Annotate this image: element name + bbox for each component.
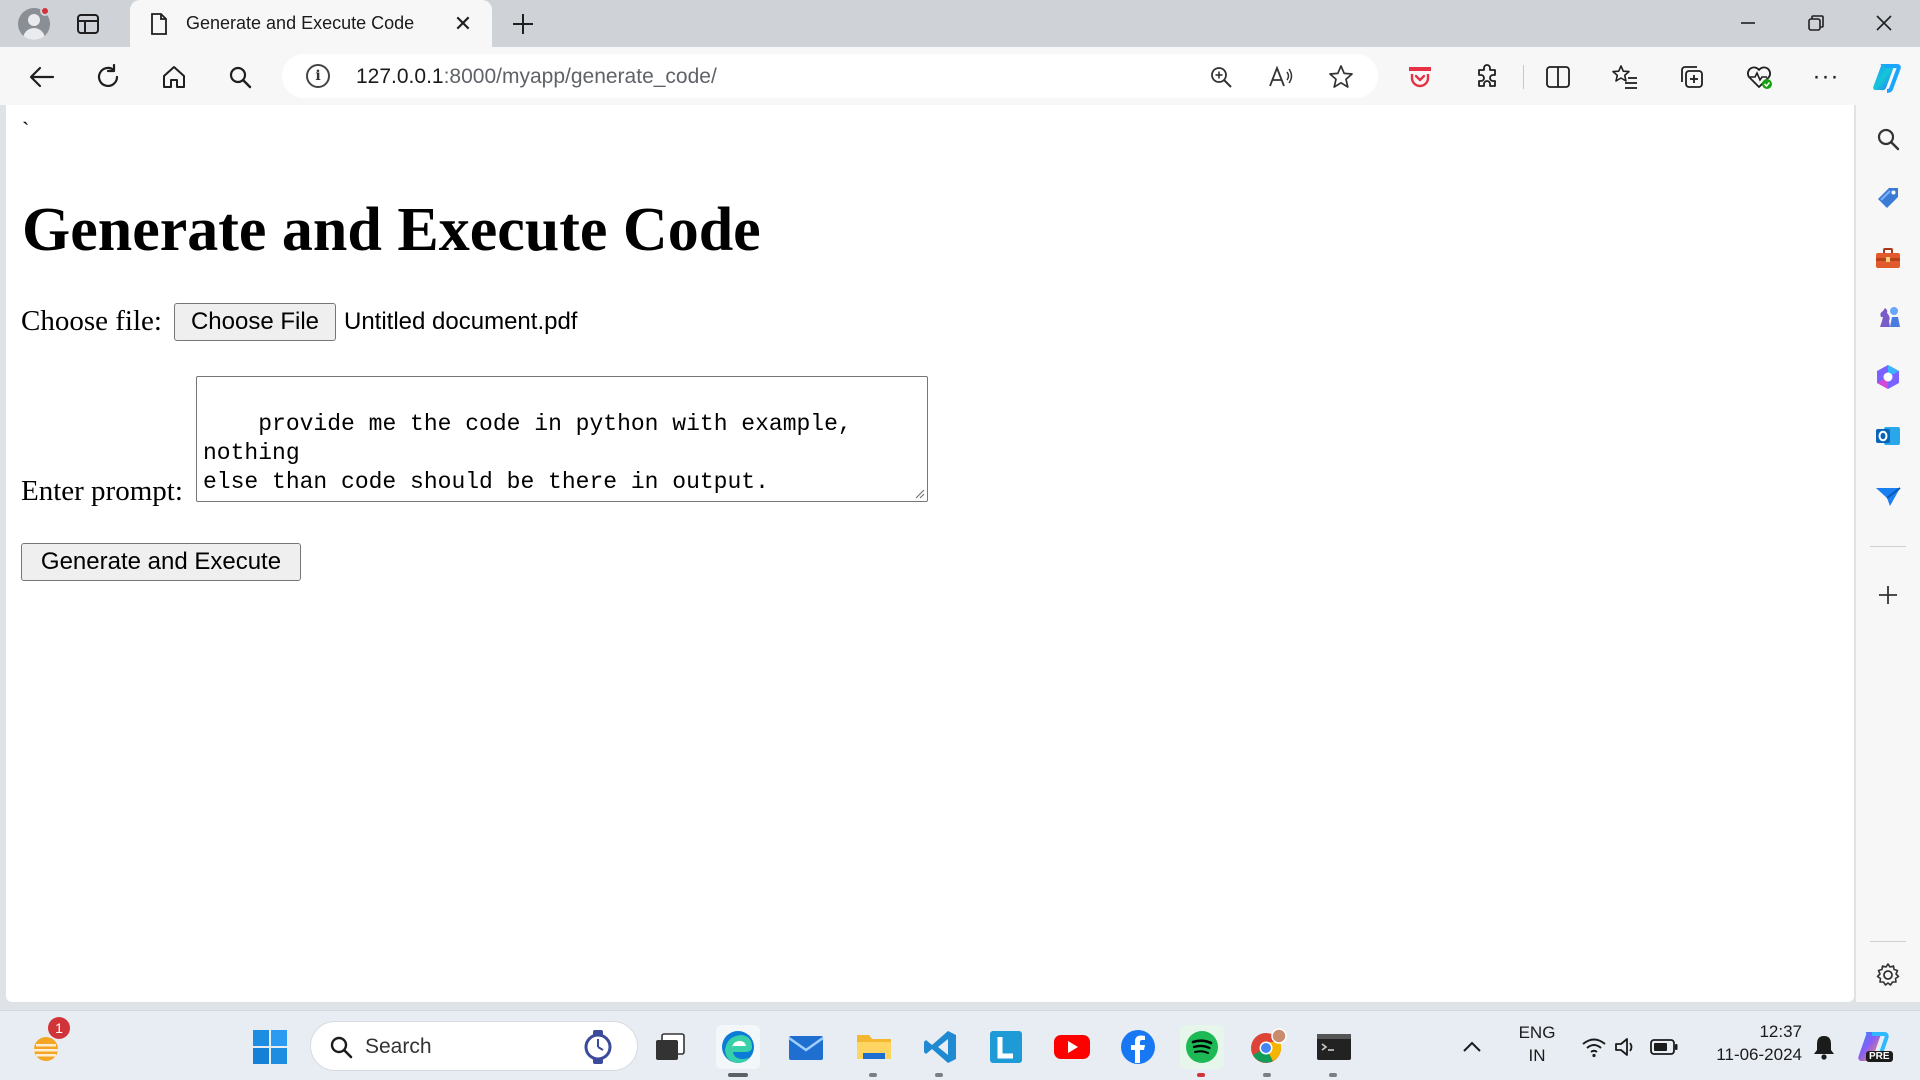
taskbar-mail-icon[interactable] xyxy=(784,1025,828,1069)
tools-briefcase-icon[interactable] xyxy=(1872,242,1904,274)
url-host: 127.0.0.1 xyxy=(356,65,444,88)
language-indicator-line2[interactable]: IN xyxy=(1510,1046,1564,1066)
taskbar-terminal-icon[interactable] xyxy=(1312,1025,1356,1077)
workspaces-icon[interactable] xyxy=(74,12,102,36)
language-indicator-line1[interactable]: ENG xyxy=(1510,1023,1564,1043)
sidebar-settings-gear-icon[interactable] xyxy=(1872,959,1904,991)
outlook-icon[interactable] xyxy=(1872,420,1904,452)
notification-bell-icon[interactable] xyxy=(1808,1025,1840,1069)
tab-title: Generate and Execute Code xyxy=(186,13,415,33)
copilot-preview-icon[interactable]: PRE xyxy=(1852,1025,1896,1069)
clock-time[interactable]: 12:37 xyxy=(1692,1022,1802,1042)
stray-backtick-text: ` xyxy=(22,117,30,142)
url-text[interactable]: 127.0.0.1:8000/myapp/generate_code/ xyxy=(356,65,717,89)
collections-icon[interactable] xyxy=(1674,59,1710,95)
task-view-icon[interactable] xyxy=(648,1025,692,1069)
taskbar-youtube-icon[interactable] xyxy=(1050,1025,1094,1069)
close-window-icon[interactable] xyxy=(1854,6,1914,40)
address-bar[interactable]: i 127.0.0.1:8000/myapp/generate_code/ xyxy=(282,54,1378,98)
search-highlight-clock-icon xyxy=(584,1030,612,1064)
edge-running-indicator xyxy=(728,1073,748,1077)
browser-essentials-icon[interactable] xyxy=(1741,59,1777,95)
profile-notification-dot xyxy=(40,6,50,16)
taskbar-file-explorer-icon[interactable] xyxy=(852,1025,896,1077)
copilot-preview-badge: PRE xyxy=(1866,1051,1893,1062)
taskbar-l-app-icon[interactable] xyxy=(984,1025,1028,1069)
sidebar-separator xyxy=(1870,546,1906,547)
chosen-file-name: Untitled document.pdf xyxy=(344,308,578,335)
search-icon[interactable] xyxy=(222,59,258,95)
vscode-running-indicator xyxy=(935,1073,943,1077)
battery-icon[interactable] xyxy=(1648,1025,1680,1069)
taskbar-search-box[interactable]: Search xyxy=(310,1021,638,1071)
taskbar-edge-icon[interactable] xyxy=(716,1025,760,1077)
extensions-puzzle-icon[interactable] xyxy=(1469,59,1505,95)
favorites-list-icon[interactable] xyxy=(1607,59,1643,95)
shopping-tag-icon[interactable] xyxy=(1872,182,1904,214)
weather-widget-icon[interactable]: 1 xyxy=(24,1017,70,1069)
home-icon[interactable] xyxy=(156,59,192,95)
copilot-icon[interactable] xyxy=(1868,59,1904,95)
windows-start-icon[interactable] xyxy=(248,1025,292,1069)
favorite-star-icon[interactable] xyxy=(1326,62,1356,92)
prompt-text: provide me the code in python with examp… xyxy=(203,411,852,495)
microsoft-365-icon[interactable] xyxy=(1872,361,1904,393)
choose-file-button[interactable]: Choose File xyxy=(174,303,336,341)
weather-notification-badge: 1 xyxy=(48,1017,70,1039)
volume-icon[interactable] xyxy=(1612,1025,1640,1069)
taskbar-vscode-icon[interactable] xyxy=(918,1025,962,1077)
sidebar-separator-bottom xyxy=(1870,941,1906,942)
taskbar-search-placeholder: Search xyxy=(365,1035,432,1058)
minimize-icon[interactable] xyxy=(1718,6,1778,40)
page-title: Generate and Execute Code xyxy=(22,196,761,264)
zoom-icon[interactable] xyxy=(1206,62,1236,92)
taskbar-facebook-icon[interactable] xyxy=(1116,1025,1160,1069)
browser-toolbar: i 127.0.0.1:8000/myapp/generate_code/ ··… xyxy=(0,47,1920,105)
split-screen-icon[interactable] xyxy=(1540,59,1576,95)
games-chess-icon[interactable] xyxy=(1872,301,1904,333)
prompt-textarea[interactable]: provide me the code in python with examp… xyxy=(196,376,928,502)
add-sidebar-app-icon[interactable] xyxy=(1872,579,1904,611)
page-document-icon xyxy=(148,12,170,36)
spotify-running-indicator xyxy=(1197,1073,1205,1077)
close-tab-icon[interactable]: ✕ xyxy=(450,11,476,36)
taskbar-spotify-icon[interactable] xyxy=(1180,1025,1224,1077)
new-tab-icon[interactable] xyxy=(505,8,541,40)
edge-sidebar xyxy=(1856,105,1920,1002)
pocket-extension-icon[interactable] xyxy=(1402,59,1438,95)
back-arrow-icon[interactable] xyxy=(24,59,60,95)
sidebar-search-icon[interactable] xyxy=(1872,123,1904,155)
taskbar-search-icon xyxy=(330,1036,353,1059)
show-hidden-icons-chevron-icon[interactable] xyxy=(1456,1025,1488,1069)
resize-grip-icon[interactable] xyxy=(913,487,925,499)
prompt-label: Enter prompt: xyxy=(21,475,183,507)
explorer-running-indicator xyxy=(869,1073,877,1077)
settings-more-icon[interactable]: ··· xyxy=(1808,59,1844,95)
clock-date[interactable]: 11-06-2024 xyxy=(1692,1045,1802,1065)
active-tab[interactable]: Generate and Execute Code ✕ xyxy=(130,0,492,47)
refresh-icon[interactable] xyxy=(90,59,126,95)
url-path: :8000/myapp/generate_code/ xyxy=(443,65,717,88)
restore-icon[interactable] xyxy=(1786,6,1846,40)
web-page-content: ` Generate and Execute Code Choose file:… xyxy=(6,105,1854,1002)
generate-execute-button[interactable]: Generate and Execute xyxy=(21,543,301,581)
browser-title-bar: Generate and Execute Code ✕ xyxy=(0,0,1920,47)
windows-taskbar: 1 Search ENG IN 12:37 11-06-2024 PRE xyxy=(0,1010,1920,1080)
site-info-icon[interactable]: i xyxy=(306,64,330,88)
choose-file-label: Choose file: xyxy=(21,305,162,337)
read-aloud-icon[interactable] xyxy=(1266,62,1296,92)
taskbar-chrome-icon[interactable] xyxy=(1246,1025,1290,1077)
chrome-running-indicator xyxy=(1263,1073,1271,1077)
send-telegram-icon[interactable] xyxy=(1872,480,1904,512)
terminal-running-indicator xyxy=(1329,1073,1337,1077)
wifi-icon[interactable] xyxy=(1580,1025,1608,1069)
toolbar-separator xyxy=(1523,65,1524,89)
